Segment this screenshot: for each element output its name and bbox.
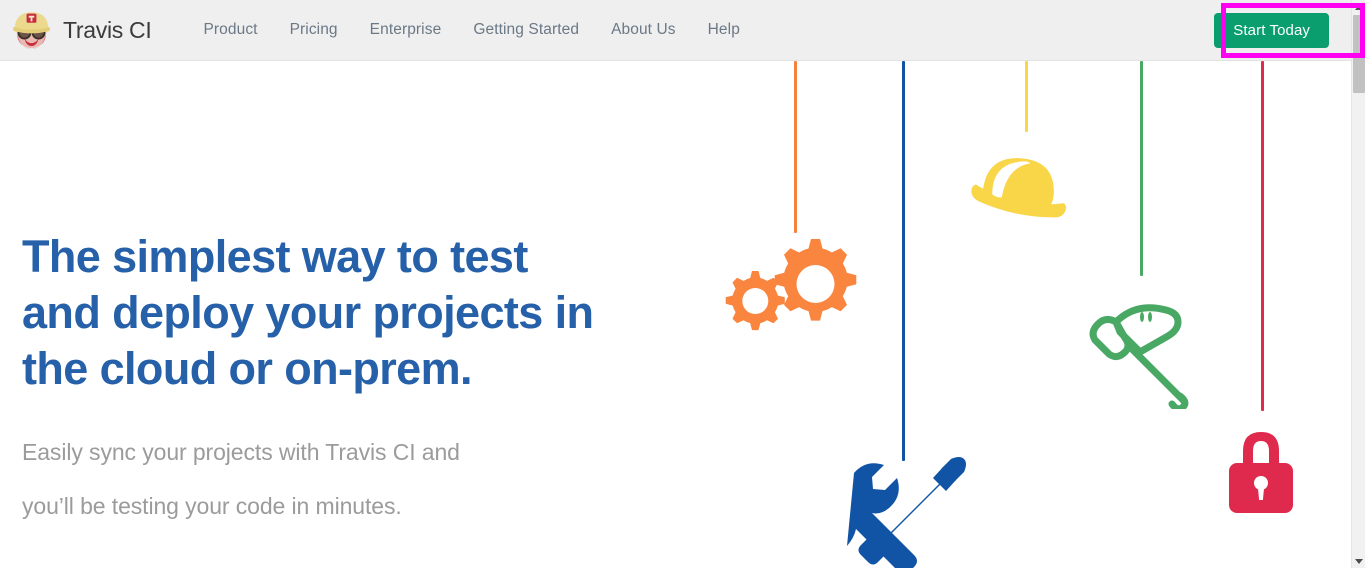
scroll-up-arrow-icon[interactable] [1352,0,1365,14]
gears-icon [725,239,857,331]
main-nav: Product Pricing Enterprise Getting Start… [187,15,755,45]
browser-viewport: Travis CI Product Pricing Enterprise Get… [0,0,1365,568]
wrench-screwdriver-icon [847,457,966,568]
scroll-down-arrow-icon[interactable] [1352,554,1365,568]
nav-item-help[interactable]: Help [692,15,756,45]
hammer-icon [1089,304,1189,409]
string-yellow [1025,61,1028,132]
hero-section: The simplest way to test and deploy your… [0,61,1351,568]
site-navbar: Travis CI Product Pricing Enterprise Get… [0,0,1351,61]
nav-item-pricing[interactable]: Pricing [274,15,354,45]
nav-item-product[interactable]: Product [187,15,273,45]
hero-illustration [0,61,1351,568]
brand-name: Travis CI [63,16,152,43]
hard-hat-icon [971,158,1067,218]
chevron-up-icon [1355,4,1363,10]
travis-ci-mascot-logo-icon [13,11,50,49]
brand-logo-link[interactable]: Travis CI [9,8,152,53]
string-orange [794,61,797,233]
nav-item-about-us[interactable]: About Us [595,15,692,45]
nav-item-enterprise[interactable]: Enterprise [354,15,458,45]
string-blue [902,61,905,461]
string-red [1261,61,1264,411]
padlock-icon [1229,432,1293,513]
chevron-down-icon [1355,558,1363,564]
string-green [1140,61,1143,276]
start-today-button[interactable]: Start Today [1214,12,1329,48]
scrollbar-thumb[interactable] [1353,15,1365,93]
navbar-actions: Start Today [1214,12,1329,48]
nav-item-getting-started[interactable]: Getting Started [457,15,595,45]
page-scrollbar[interactable] [1351,0,1365,568]
